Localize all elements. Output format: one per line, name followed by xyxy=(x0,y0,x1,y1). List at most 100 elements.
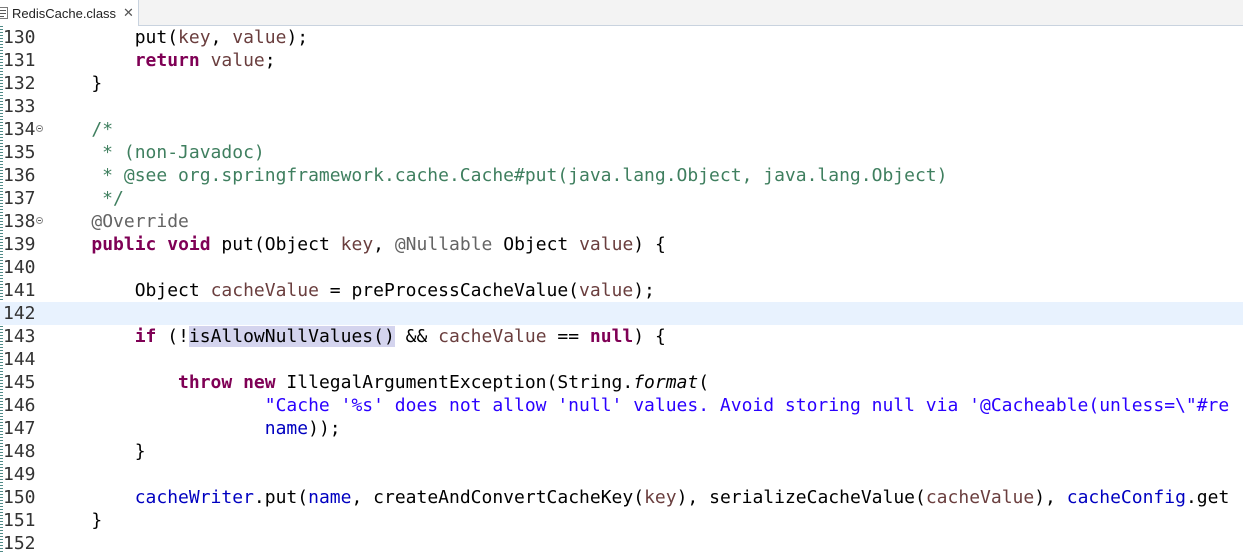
code-token: void xyxy=(167,234,211,255)
code-line[interactable]: 151 } xyxy=(0,509,1243,532)
code-token: ), xyxy=(1034,487,1067,508)
tab-rediscache-class[interactable]: RedisCache.class ✕ xyxy=(0,0,139,26)
fold-toggle-icon[interactable] xyxy=(36,125,43,132)
code-token: } xyxy=(48,441,146,462)
code-line[interactable]: 152 xyxy=(0,532,1243,553)
code-line[interactable]: 141 Object cacheValue = preProcessCacheV… xyxy=(0,279,1243,302)
code-line[interactable]: 147 name)); xyxy=(0,417,1243,440)
code-token: name xyxy=(308,487,352,508)
code-token: if xyxy=(134,326,157,347)
code-token: cacheConfig xyxy=(1066,487,1186,508)
code-text: } xyxy=(48,440,146,463)
line-number: 135 xyxy=(3,142,36,163)
line-number: 134 xyxy=(3,119,36,140)
line-number: 148 xyxy=(3,441,36,462)
code-token: ( xyxy=(698,372,710,393)
code-text: */ xyxy=(48,187,124,210)
code-line[interactable]: 142 xyxy=(0,302,1243,325)
close-icon[interactable]: ✕ xyxy=(123,6,134,21)
code-line[interactable]: 150 cacheWriter.put(name, createAndConve… xyxy=(0,486,1243,509)
code-token: ), serializeCacheValue( xyxy=(676,487,926,508)
code-text: if (!isAllowNullValues() && cacheValue =… xyxy=(48,325,666,348)
code-token: * @see org.springframework.cache.Cache#p… xyxy=(48,165,948,186)
code-line[interactable]: 139 public void put(Object key, @Nullabl… xyxy=(0,233,1243,256)
code-token: value xyxy=(579,234,634,255)
code-token: value xyxy=(232,27,287,48)
code-token: } xyxy=(48,73,103,94)
code-token: cacheValue xyxy=(925,487,1035,508)
code-token: Object xyxy=(48,280,211,301)
code-line[interactable]: 137 */ xyxy=(0,187,1243,210)
code-text: * (non-Javadoc) xyxy=(48,141,265,164)
code-token: cacheValue xyxy=(438,326,547,347)
code-token: Object xyxy=(492,234,580,255)
line-number: 152 xyxy=(3,533,36,553)
code-line[interactable]: 134 /* xyxy=(0,118,1243,141)
code-token: } xyxy=(48,510,103,531)
fold-toggle-icon[interactable] xyxy=(36,217,43,224)
line-number: 142 xyxy=(3,303,36,324)
editor-tab-bar: RedisCache.class ✕ xyxy=(0,0,1243,26)
code-token: IllegalArgumentException(String. xyxy=(275,372,634,393)
code-text: * @see org.springframework.cache.Cache#p… xyxy=(48,164,947,187)
code-text: /* xyxy=(48,118,113,141)
code-line[interactable]: 140 xyxy=(0,256,1243,279)
code-text: Object cacheValue = preProcessCacheValue… xyxy=(48,279,655,302)
line-number: 139 xyxy=(3,234,36,255)
code-line[interactable]: 138 @Override xyxy=(0,210,1243,233)
code-line[interactable]: 146 "Cache '%s' does not allow 'null' va… xyxy=(0,394,1243,417)
code-line[interactable]: 136 * @see org.springframework.cache.Cac… xyxy=(0,164,1243,187)
code-token: )); xyxy=(308,418,341,439)
code-token: key xyxy=(340,234,374,255)
code-line[interactable]: 130 put(key, value); xyxy=(0,26,1243,49)
code-token: throw xyxy=(178,372,233,393)
line-number: 131 xyxy=(3,50,36,71)
code-token: new xyxy=(243,372,276,393)
code-token: null xyxy=(589,326,634,347)
code-token: cacheWriter xyxy=(134,487,254,508)
code-line[interactable]: 144 xyxy=(0,348,1243,371)
code-token: ); xyxy=(286,27,309,48)
code-token: .get xyxy=(1185,487,1230,508)
code-text: throw new IllegalArgumentException(Strin… xyxy=(48,371,709,394)
line-number: 143 xyxy=(3,326,36,347)
code-text: } xyxy=(48,509,102,532)
line-number: 149 xyxy=(3,464,36,485)
code-line[interactable]: 148 } xyxy=(0,440,1243,463)
class-file-icon xyxy=(0,7,8,19)
line-number: 130 xyxy=(3,27,36,48)
code-token: , xyxy=(373,234,395,255)
code-line[interactable]: 131 return value; xyxy=(0,49,1243,72)
code-text: "Cache '%s' does not allow 'null' values… xyxy=(48,394,1230,417)
code-text: @Override xyxy=(48,210,189,233)
code-token: , createAndConvertCacheKey( xyxy=(351,487,645,508)
code-editor[interactable]: 130 put(key, value); 131 return value; 132… xyxy=(0,26,1243,553)
code-token: put(Object xyxy=(210,234,341,255)
code-token: put( xyxy=(48,27,179,48)
code-token: && xyxy=(394,326,439,347)
line-number: 137 xyxy=(3,188,36,209)
code-token: name xyxy=(264,418,309,439)
line-number: 146 xyxy=(3,395,36,416)
code-token: @Override xyxy=(91,211,189,232)
code-line[interactable]: 143 if (!isAllowNullValues() && cacheVal… xyxy=(0,325,1243,348)
code-token: key xyxy=(178,27,211,48)
code-text: put(key, value); xyxy=(48,26,308,49)
code-line[interactable]: 135 * (non-Javadoc) xyxy=(0,141,1243,164)
code-line[interactable]: 149 xyxy=(0,463,1243,486)
line-number: 147 xyxy=(3,418,36,439)
code-line[interactable]: 145 throw new IllegalArgumentException(S… xyxy=(0,371,1243,394)
code-line[interactable]: 133 xyxy=(0,95,1243,118)
code-token: , xyxy=(210,27,233,48)
code-token: ) { xyxy=(633,326,666,347)
code-token: key xyxy=(644,487,677,508)
code-line[interactable]: 132 } xyxy=(0,72,1243,95)
